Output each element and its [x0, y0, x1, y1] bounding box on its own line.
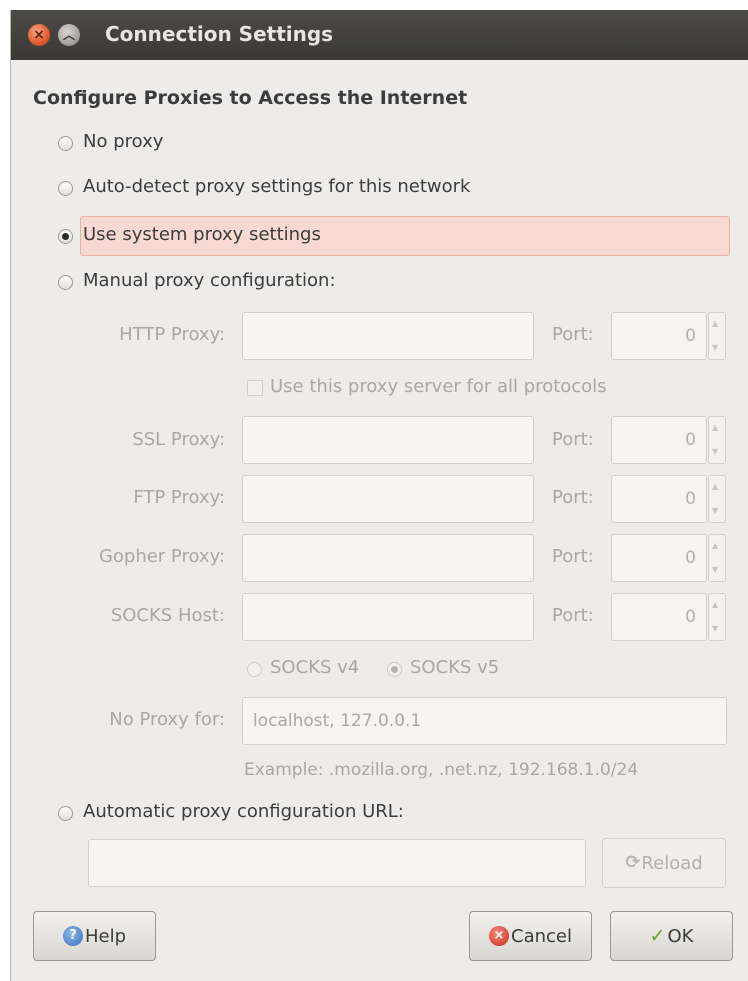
checkmark-icon: ✓	[649, 925, 666, 947]
close-icon: ×	[33, 27, 45, 43]
ssl-proxy-label: SSL Proxy:	[132, 429, 225, 450]
socks-v5-label: SOCKS v5	[410, 657, 500, 678]
http-proxy-label: HTTP Proxy:	[119, 324, 225, 345]
ftp-proxy-input[interactable]	[242, 475, 534, 523]
ssl-port-label: Port:	[552, 429, 594, 450]
window-title: Connection Settings	[105, 22, 334, 46]
chevron-up-icon: ︿	[62, 28, 75, 42]
ok-button[interactable]: ✓ OK	[610, 911, 733, 961]
connection-settings-dialog: × ︿ Connection Settings Configure Proxie…	[10, 10, 748, 981]
ok-label: OK	[667, 925, 694, 947]
close-window-button[interactable]: ×	[28, 24, 50, 46]
gopher-proxy-label: Gopher Proxy:	[98, 546, 225, 567]
ftp-port-input[interactable]: 0	[611, 475, 707, 523]
gopher-proxy-input[interactable]	[242, 534, 534, 582]
socks-v4-radio[interactable]	[247, 662, 262, 677]
help-label: Help	[84, 925, 127, 947]
reload-label: Reload	[641, 852, 703, 874]
ssl-port-input[interactable]: 0	[611, 416, 707, 464]
ssl-proxy-input[interactable]	[242, 416, 534, 464]
title-bar[interactable]: × ︿ Connection Settings	[11, 10, 748, 60]
socks-port-spinner[interactable]	[708, 593, 726, 641]
socks-host-input[interactable]	[242, 593, 534, 641]
reload-icon: ⟳	[625, 852, 641, 873]
socks-v5-radio[interactable]	[387, 662, 402, 677]
no-proxy-label[interactable]: No proxy	[83, 131, 163, 152]
help-button[interactable]: ? Help	[33, 911, 156, 961]
no-proxy-for-label: No Proxy for:	[109, 709, 225, 730]
help-icon: ?	[62, 926, 83, 946]
manual-config-label[interactable]: Manual proxy configuration:	[83, 270, 336, 291]
auto-config-url-input[interactable]	[88, 839, 586, 887]
http-port-spinner[interactable]	[708, 312, 726, 360]
http-port-input[interactable]: 0	[611, 312, 707, 360]
gopher-port-input[interactable]: 0	[611, 534, 707, 582]
no-proxy-example: Example: .mozilla.org, .net.nz, 192.168.…	[244, 760, 639, 780]
section-heading: Configure Proxies to Access the Internet	[33, 87, 468, 109]
auto-detect-label[interactable]: Auto-detect proxy settings for this netw…	[83, 176, 470, 197]
no-proxy-radio[interactable]	[58, 136, 73, 151]
socks-v4-label: SOCKS v4	[270, 657, 360, 678]
auto-detect-radio[interactable]	[58, 181, 73, 196]
http-port-label: Port:	[552, 324, 594, 345]
gopher-port-spinner[interactable]	[708, 534, 726, 582]
use-system-radio[interactable]	[58, 229, 73, 244]
gopher-port-label: Port:	[552, 546, 594, 567]
reload-button[interactable]: ⟳ Reload	[602, 838, 726, 888]
manual-config-radio[interactable]	[58, 275, 73, 290]
ftp-proxy-label: FTP Proxy:	[133, 487, 225, 508]
ftp-port-spinner[interactable]	[708, 475, 726, 523]
auto-config-url-radio[interactable]	[58, 806, 73, 821]
http-proxy-input[interactable]	[242, 312, 534, 360]
auto-config-url-label[interactable]: Automatic proxy configuration URL:	[83, 801, 404, 822]
ftp-port-label: Port:	[552, 487, 594, 508]
cancel-icon: ×	[489, 926, 509, 946]
socks-port-input[interactable]: 0	[611, 593, 707, 641]
use-same-proxy-label: Use this proxy server for all protocols	[270, 376, 607, 397]
ssl-port-spinner[interactable]	[708, 416, 726, 464]
no-proxy-for-input[interactable]: localhost, 127.0.0.1	[242, 697, 727, 745]
use-system-label[interactable]: Use system proxy settings	[83, 224, 321, 245]
socks-host-label: SOCKS Host:	[110, 605, 225, 626]
minimize-window-button[interactable]: ︿	[58, 24, 80, 46]
use-same-proxy-checkbox[interactable]	[247, 380, 263, 396]
socks-port-label: Port:	[552, 605, 594, 626]
cancel-label: Cancel	[511, 925, 572, 947]
cancel-button[interactable]: × Cancel	[469, 911, 592, 961]
